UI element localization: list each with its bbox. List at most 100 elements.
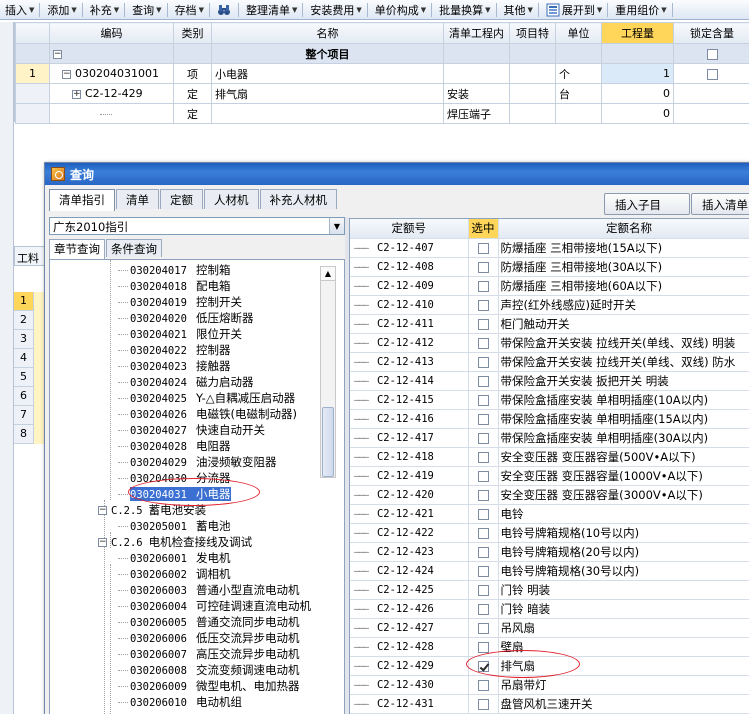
select-checkbox[interactable]: [477, 394, 489, 406]
cell-unit[interactable]: 个: [555, 63, 602, 84]
dropdown-arrow-icon[interactable]: ▼: [29, 6, 34, 14]
toolbar-item[interactable]: 展开到 ▼: [541, 1, 605, 19]
table-row[interactable]: ——— C2-12-408 防爆插座 三相带接地(30A以下): [350, 257, 749, 277]
table-row[interactable]: ——— C2-12-409 防爆插座 三相带接地(60A以下): [350, 276, 749, 296]
select-checkbox[interactable]: [477, 679, 489, 691]
tree-node[interactable]: 030206004 可控硅调速直流电动机: [118, 598, 311, 614]
norm-select-cell[interactable]: [468, 523, 499, 543]
norm-select-cell[interactable]: [468, 675, 499, 695]
col-header-name[interactable]: 名称: [211, 22, 444, 44]
cell-qty[interactable]: 0: [601, 83, 674, 104]
norm-select-cell[interactable]: [468, 580, 499, 600]
norm-select-cell[interactable]: [468, 390, 499, 410]
table-row[interactable]: ——— C2-12-422 电铃号牌箱规格(10号以内): [350, 523, 749, 543]
tree-node-label[interactable]: 030205001 蓄电池: [130, 519, 231, 533]
tree-node[interactable]: − C.2.6 电机检查接线及调试: [98, 534, 252, 550]
tree-node-label[interactable]: 030206008 交流变频调速电动机: [130, 663, 300, 677]
toolbar-item[interactable]: 添加 ▼: [42, 1, 79, 19]
norm-code-cell[interactable]: ——— C2-12-422: [350, 523, 469, 543]
table-row[interactable]: ——— C2-12-413 带保险盒开关安装 拉线开关(单线、双线) 防水: [350, 352, 749, 372]
tree-node[interactable]: 030204017 控制箱: [118, 262, 231, 278]
tree-node[interactable]: 030204024 磁力启动器: [118, 374, 254, 390]
sub-grid-row-number[interactable]: 2: [14, 311, 34, 330]
norm-code-cell[interactable]: ——— C2-12-411: [350, 314, 469, 334]
select-checkbox[interactable]: [477, 470, 489, 482]
norm-select-cell[interactable]: [468, 466, 499, 486]
norm-name-cell[interactable]: 安全变压器 变压器容量(500V•A以下): [498, 447, 749, 467]
norm-name-cell[interactable]: 防爆插座 三相带接地(60A以下): [498, 276, 749, 296]
tree-node[interactable]: 030204021 限位开关: [118, 326, 242, 342]
tree-node-label[interactable]: 030206007 高压交流异步电动机: [130, 647, 300, 661]
norm-name-cell[interactable]: 带保险盒插座安装 单相明插座(15A以内): [498, 409, 749, 429]
select-checkbox[interactable]: [477, 299, 489, 311]
col-header-qty[interactable]: 工程量: [601, 22, 674, 44]
cell-code[interactable]: [49, 103, 174, 124]
dropdown-arrow-icon[interactable]: ▼: [597, 6, 602, 14]
table-row[interactable]: ——— C2-12-415 带保险盒插座安装 单相明插座(10A以内): [350, 390, 749, 410]
tree-node-label[interactable]: 030204023 接触器: [130, 359, 231, 373]
cell-content[interactable]: [443, 63, 510, 84]
guide-combo[interactable]: 广东2010指引 ▼: [49, 217, 345, 235]
norm-code-cell[interactable]: ——— C2-12-415: [350, 390, 469, 410]
norm-code-cell[interactable]: ——— C2-12-419: [350, 466, 469, 486]
norm-name-cell[interactable]: 电铃号牌箱规格(30号以内): [498, 561, 749, 581]
dropdown-arrow-icon[interactable]: ▼: [356, 6, 361, 14]
tree-node-label[interactable]: 030204028 电阻器: [130, 439, 231, 453]
dropdown-arrow-icon[interactable]: ▼: [292, 6, 297, 14]
norm-code-cell[interactable]: ——— C2-12-407: [350, 238, 469, 258]
tree-node-label[interactable]: 030206001 发电机: [130, 551, 231, 565]
norm-code-cell[interactable]: ——— C2-12-418: [350, 447, 469, 467]
search-subtab[interactable]: 章节查询: [49, 239, 105, 259]
sub-grid-row-number[interactable]: 4: [14, 349, 34, 368]
norm-name-cell[interactable]: 防爆插座 三相带接地(30A以下): [498, 257, 749, 277]
tree-node-label[interactable]: 030206010 电动机组: [130, 695, 242, 709]
toolbar-item[interactable]: 插入 ▼: [0, 1, 37, 19]
tree-node-label[interactable]: 030204027 快速自动开关: [130, 423, 265, 437]
tree-node[interactable]: 030204020 低压熔断器: [118, 310, 254, 326]
tree-node[interactable]: 030206003 普通小型直流电动机: [118, 582, 300, 598]
table-row[interactable]: ——— C2-12-417 带保险盒插座安装 单相明插座(30A以内): [350, 428, 749, 448]
norm-select-cell[interactable]: [468, 618, 499, 638]
col-header-selected[interactable]: 选中: [468, 219, 499, 239]
norm-code-cell[interactable]: ——— C2-12-414: [350, 371, 469, 391]
norm-select-cell[interactable]: [468, 238, 499, 258]
norm-code-cell[interactable]: ——— C2-12-409: [350, 276, 469, 296]
tree-node-label[interactable]: 030206003 普通小型直流电动机: [130, 583, 300, 597]
norm-code-cell[interactable]: ——— C2-12-429: [350, 656, 469, 676]
table-row[interactable]: ——— C2-12-414 带保险盒开关安装 扳把开关 明装: [350, 371, 749, 391]
norm-code-cell[interactable]: ——— C2-12-428: [350, 637, 469, 657]
table-row[interactable]: 1−030204031001 项小电器个 1: [15, 63, 749, 84]
norm-select-cell[interactable]: [468, 599, 499, 619]
table-row[interactable]: ——— C2-12-411 柜门触动开关: [350, 314, 749, 334]
toolbar-item[interactable]: 其他 ▼: [499, 1, 536, 19]
select-checkbox[interactable]: [477, 280, 489, 292]
table-row[interactable]: ——— C2-12-418 安全变压器 变压器容量(500V•A以下): [350, 447, 749, 467]
tree-node-label[interactable]: 030204021 限位开关: [130, 327, 242, 341]
norm-code-cell[interactable]: ——— C2-12-421: [350, 504, 469, 524]
insert-child-button[interactable]: 插入子目: [604, 193, 690, 215]
toolbar-item[interactable]: 查询 ▼: [127, 1, 164, 19]
norm-code-cell[interactable]: ——— C2-12-408: [350, 257, 469, 277]
table-row[interactable]: ——— C2-12-421 电铃: [350, 504, 749, 524]
tree-node[interactable]: 030204025 Y-△自耦减压启动器: [118, 390, 295, 406]
project-toggle[interactable]: −: [49, 43, 174, 64]
norm-name-cell[interactable]: 电铃号牌箱规格(20号以内): [498, 542, 749, 562]
tree-node[interactable]: 030206008 交流变频调速电动机: [118, 662, 300, 678]
norm-name-cell[interactable]: 防爆插座 三相带接地(15A以下): [498, 238, 749, 258]
toolbar-item[interactable]: 批量换算 ▼: [434, 1, 493, 19]
norm-code-cell[interactable]: ——— C2-12-431: [350, 694, 469, 714]
norm-code-cell[interactable]: ——— C2-12-412: [350, 333, 469, 353]
norm-code-cell[interactable]: ——— C2-12-427: [350, 618, 469, 638]
project-lock-cell[interactable]: [673, 43, 749, 64]
tree-node-label[interactable]: 030206002 调相机: [130, 567, 231, 581]
toolbar-item[interactable]: 安装费用 ▼: [305, 1, 364, 19]
table-row[interactable]: ——— C2-12-420 安全变压器 变压器容量(3000V•A以下): [350, 485, 749, 505]
tree-node-label[interactable]: 030204017 控制箱: [130, 263, 231, 277]
select-checkbox[interactable]: [477, 603, 489, 615]
col-header-code[interactable]: 编码: [49, 22, 174, 44]
table-row[interactable]: ——— C2-12-416 带保险盒插座安装 单相明插座(15A以内): [350, 409, 749, 429]
col-header-type[interactable]: 类别: [173, 22, 212, 44]
tree-node-label[interactable]: 030206009 微型电机、电加热器: [130, 679, 300, 693]
cell-unit[interactable]: 台: [555, 83, 602, 104]
tree-node[interactable]: 030204023 接触器: [118, 358, 231, 374]
